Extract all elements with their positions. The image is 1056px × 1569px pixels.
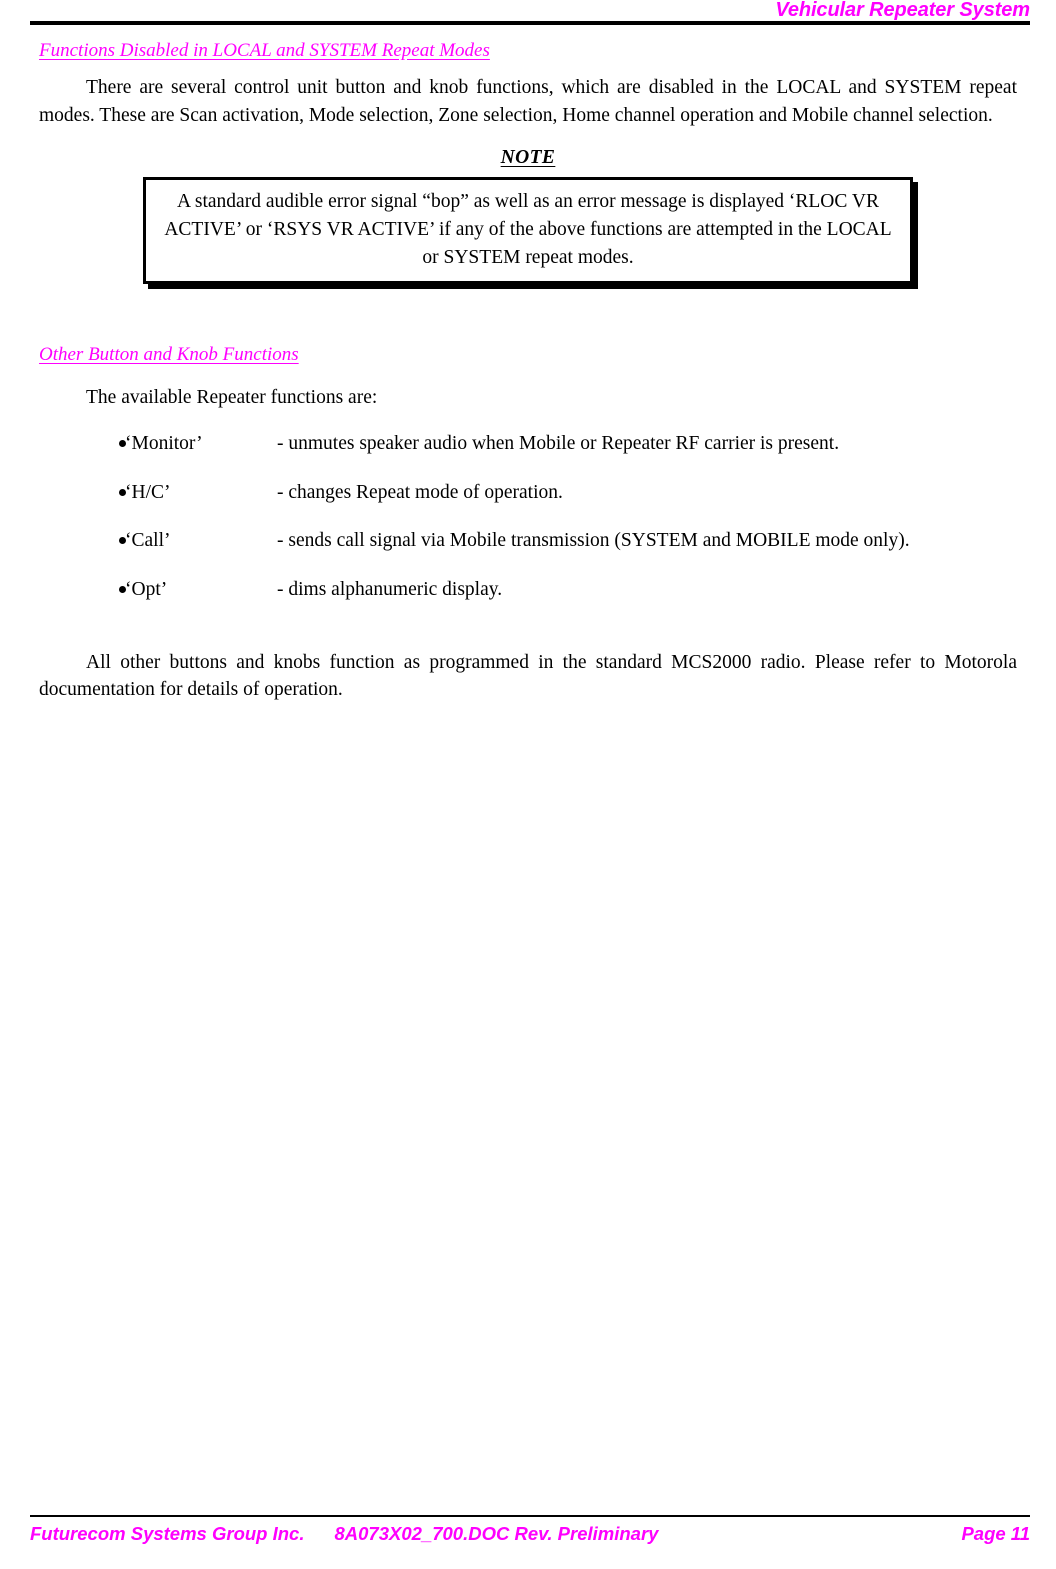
section-heading-text: Functions Disabled in LOCAL and SYSTEM R… (39, 40, 490, 61)
header-divider (30, 21, 1030, 25)
list-item: ‘Call’ - sends call signal via Mobile tra… (39, 527, 1017, 555)
page-footer: Futurecom Systems Group Inc. 8A073X02_70… (30, 1515, 1030, 1561)
page-content: Functions Disabled in LOCAL and SYSTEM R… (39, 40, 1017, 704)
footer-divider (30, 1515, 1030, 1517)
header-title: Vehicular Repeater System (775, 0, 1030, 21)
function-name: ‘Opt’ (125, 578, 168, 600)
function-name: ‘H/C’ (125, 481, 171, 503)
note-text: A standard audible error signal “bop” as… (164, 191, 892, 268)
list-item: ‘H/C’ - changes Repeat mode of operation. (39, 479, 1017, 507)
list-item: ‘Opt’ - dims alphanumeric display. (39, 576, 1017, 604)
function-description: - sends call signal via Mobile transmiss… (277, 530, 910, 552)
bullet-icon (119, 488, 126, 496)
footer-document-name: 8A073X02_700.DOC Rev. Preliminary (334, 1523, 659, 1544)
footer-page-number: Page 11 (961, 1523, 1030, 1544)
function-description: - unmutes speaker audio when Mobile or R… (277, 432, 840, 454)
paragraph-closing: All other buttons and knobs function as … (39, 651, 1017, 701)
note-label: NOTE (500, 147, 556, 169)
function-description: - dims alphanumeric display. (277, 578, 503, 600)
paragraph-functions-disabled: There are several control unit button an… (39, 76, 1017, 126)
bullet-icon (119, 439, 126, 447)
section-heading-other-functions: Other Button and Knob Functions (39, 344, 1017, 366)
page-header: Vehicular Repeater System (30, 0, 1030, 25)
function-description: - changes Repeat mode of operation. (277, 481, 563, 503)
document-page: Vehicular Repeater System Functions Disa… (0, 0, 1056, 1569)
function-list: ‘Monitor’ - unmutes speaker audio when Mo… (39, 430, 1017, 604)
paragraph-available-functions: The available Repeater functions are: (86, 387, 378, 409)
footer-company: Futurecom Systems Group Inc. (30, 1523, 305, 1544)
list-item: ‘Monitor’ - unmutes speaker audio when Mo… (39, 430, 1017, 458)
function-name: ‘Call’ (125, 530, 171, 552)
note-box-wrapper: A standard audible error signal “bop” as… (143, 177, 913, 285)
footer-row: Futurecom Systems Group Inc. 8A073X02_70… (30, 1523, 1030, 1545)
bullet-icon (119, 585, 126, 593)
section-heading-text: Other Button and Knob Functions (39, 344, 299, 366)
note-box: A standard audible error signal “bop” as… (143, 177, 913, 285)
function-name: ‘Monitor’ (125, 432, 203, 454)
section-heading-functions-disabled: Functions Disabled in LOCAL and SYSTEM R… (39, 40, 1017, 62)
